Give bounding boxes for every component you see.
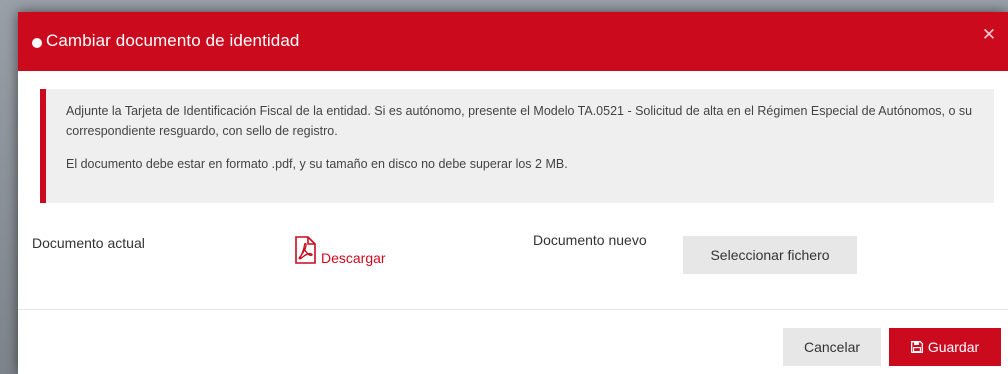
header-bullet-icon [32,38,42,48]
floppy-disk-icon [910,341,923,353]
pdf-icon[interactable] [294,236,316,264]
footer-divider [18,309,1008,310]
modal-header: Cambiar documento de identidad ✕ [18,12,1008,71]
info-paragraph-requirements: Adjunte la Tarjeta de Identificación Fis… [66,104,973,138]
select-file-button[interactable]: Seleccionar fichero [683,236,857,274]
current-document-label: Documento actual [32,235,145,251]
document-row: Documento actual Descargar Documento nue… [18,222,1008,282]
info-paragraph-format: El documento debe estar en formato .pdf,… [66,157,568,171]
close-icon[interactable]: ✕ [980,26,998,44]
download-link[interactable]: Descargar [321,250,386,266]
save-button-label: Guardar [927,339,980,355]
modal-title: Cambiar documento de identidad [46,31,300,50]
new-document-label: Documento nuevo [533,232,647,248]
change-identity-document-dialog: Cambiar documento de identidad ✕ Adjunte… [18,12,1008,374]
cancel-button[interactable]: Cancelar [783,328,881,366]
info-notice: Adjunte la Tarjeta de Identificación Fis… [40,89,994,203]
save-button[interactable]: Guardar [889,328,1001,366]
